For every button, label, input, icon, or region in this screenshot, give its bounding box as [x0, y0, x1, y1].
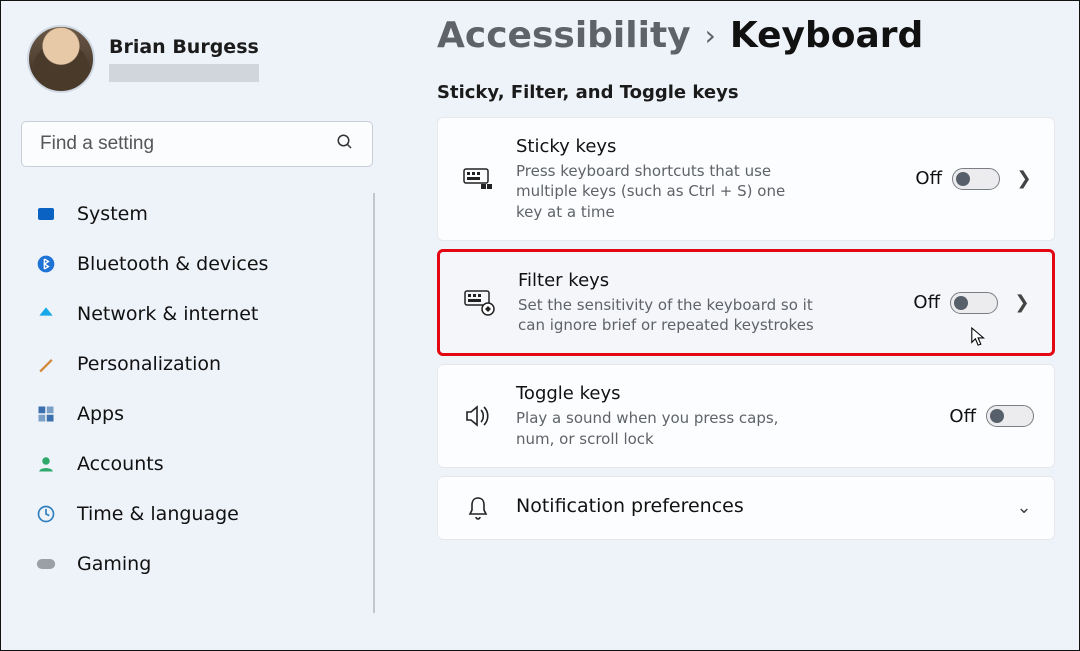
card-controls: Off ❯ [915, 168, 1034, 190]
toggle-state-label: Off [913, 292, 940, 313]
monitor-icon [35, 203, 57, 225]
search-box[interactable] [21, 121, 373, 167]
card-desc: Set the sensitivity of the keyboard so i… [518, 295, 818, 336]
search-input[interactable] [40, 133, 323, 155]
sidebar: Brian Burgess System Blue [1, 1, 391, 650]
card-desc: Press keyboard shortcuts that use multip… [516, 161, 816, 222]
toggle-switch[interactable] [986, 405, 1034, 427]
sidebar-item-label: Bluetooth & devices [77, 253, 268, 275]
chevron-right-icon[interactable]: ❯ [1012, 292, 1032, 313]
sidebar-item-label: Network & internet [77, 303, 258, 325]
toggle-switch[interactable] [950, 292, 998, 314]
nav: System Bluetooth & devices Network & int… [21, 189, 373, 589]
nav-wrapper: System Bluetooth & devices Network & int… [21, 189, 373, 650]
cursor-icon [970, 326, 988, 348]
toggle-state-label: Off [915, 168, 942, 189]
card-body: Filter keys Set the sensitivity of the k… [518, 270, 818, 336]
sidebar-item-apps[interactable]: Apps [21, 389, 373, 439]
toggle-toggle-keys[interactable]: Off [949, 405, 1034, 427]
card-filter-keys[interactable]: Filter keys Set the sensitivity of the k… [437, 249, 1055, 357]
chevron-right-icon: › [705, 19, 716, 52]
sidebar-item-label: Time & language [77, 503, 239, 525]
breadcrumb-current: Keyboard [730, 15, 923, 56]
sidebar-item-system[interactable]: System [21, 189, 373, 239]
card-title: Toggle keys [516, 383, 816, 404]
card-notification-preferences[interactable]: Notification preferences ⌄ [437, 476, 1055, 540]
sidebar-item-gaming[interactable]: Gaming [21, 539, 373, 589]
card-title: Sticky keys [516, 136, 816, 157]
avatar [27, 25, 95, 93]
card-sticky-keys[interactable]: Sticky keys Press keyboard shortcuts tha… [437, 117, 1055, 241]
sidebar-item-accounts[interactable]: Accounts [21, 439, 373, 489]
bluetooth-icon [35, 253, 57, 275]
gamepad-icon [35, 553, 57, 575]
chevron-down-icon[interactable]: ⌄ [1014, 497, 1034, 518]
card-title: Notification preferences [516, 495, 998, 517]
sidebar-item-label: Apps [77, 403, 124, 425]
profile-text: Brian Burgess [109, 36, 259, 82]
wifi-icon [35, 303, 57, 325]
card-controls: Off [949, 405, 1034, 427]
profile-email-redacted [109, 64, 259, 82]
sidebar-item-network[interactable]: Network & internet [21, 289, 373, 339]
sidebar-item-label: System [77, 203, 148, 225]
nav-divider [373, 193, 375, 613]
card-body: Sticky keys Press keyboard shortcuts tha… [516, 136, 816, 222]
search-icon [336, 133, 354, 155]
card-title: Filter keys [518, 270, 818, 291]
apps-icon [35, 403, 57, 425]
chevron-right-icon[interactable]: ❯ [1014, 168, 1034, 189]
keyboard-filter-icon [458, 290, 502, 316]
card-body: Notification preferences [516, 495, 998, 521]
person-icon [35, 453, 57, 475]
section-heading: Sticky, Filter, and Toggle keys [437, 82, 1055, 103]
card-toggle-keys[interactable]: Toggle keys Play a sound when you press … [437, 364, 1055, 468]
cards-list: Sticky keys Press keyboard shortcuts tha… [437, 117, 1055, 540]
keyboard-icon [456, 168, 500, 190]
sidebar-item-label: Accounts [77, 453, 164, 475]
toggle-switch[interactable] [952, 168, 1000, 190]
sidebar-item-label: Personalization [77, 353, 221, 375]
speaker-icon [456, 404, 500, 428]
profile-block[interactable]: Brian Burgess [21, 25, 373, 93]
sidebar-item-label: Gaming [77, 553, 151, 575]
sidebar-item-bluetooth[interactable]: Bluetooth & devices [21, 239, 373, 289]
toggle-state-label: Off [949, 406, 976, 427]
toggle-sticky-keys[interactable]: Off [915, 168, 1000, 190]
sidebar-item-time-language[interactable]: Time & language [21, 489, 373, 539]
settings-app: Brian Burgess System Blue [1, 1, 1079, 650]
toggle-filter-keys[interactable]: Off [913, 292, 998, 314]
card-body: Toggle keys Play a sound when you press … [516, 383, 816, 449]
sidebar-item-personalization[interactable]: Personalization [21, 339, 373, 389]
card-desc: Play a sound when you press caps, num, o… [516, 408, 816, 449]
profile-name: Brian Burgess [109, 36, 259, 58]
clock-globe-icon [35, 503, 57, 525]
breadcrumb-parent[interactable]: Accessibility [437, 15, 691, 56]
card-controls: Off ❯ [913, 292, 1032, 314]
bell-icon [456, 495, 500, 521]
main-panel: Accessibility › Keyboard Sticky, Filter,… [391, 1, 1079, 650]
breadcrumb: Accessibility › Keyboard [437, 15, 1055, 56]
brush-icon [35, 353, 57, 375]
